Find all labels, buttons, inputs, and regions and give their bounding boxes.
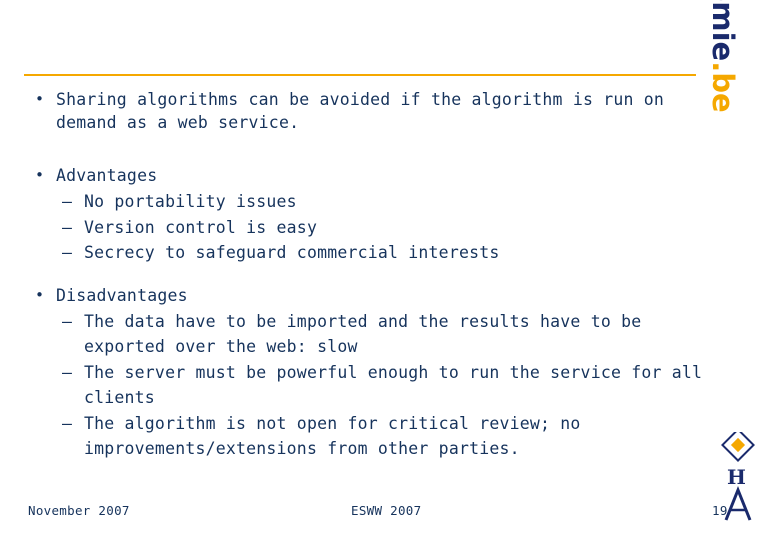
footer-date: November 2007 — [28, 503, 130, 518]
bullet-item: • Disadvantages — [24, 284, 714, 307]
bullet-marker: – — [62, 362, 73, 382]
bullet-group-intro: • Sharing algorithms can be avoided if t… — [24, 88, 714, 134]
brand-name: aeronomie — [706, 0, 740, 61]
bullet-item: • Advantages — [24, 164, 714, 187]
bullet-item: – Version control is easy — [24, 215, 714, 241]
bullet-text: The server must be powerful enough to ru… — [84, 362, 703, 408]
bullet-item: • Sharing algorithms can be avoided if t… — [24, 88, 714, 134]
bullet-text: Disadvantages — [56, 285, 188, 305]
bullet-marker: – — [62, 243, 73, 262]
bullet-text: Sharing algorithms can be avoided if the… — [56, 90, 665, 132]
bullet-item: – The server must be powerful enough to … — [24, 360, 714, 411]
bullet-marker: • — [35, 90, 45, 108]
bullet-marker: – — [62, 217, 73, 237]
bullet-marker: • — [35, 285, 45, 304]
slide-body: • Sharing algorithms can be avoided if t… — [24, 88, 714, 462]
bullet-text: Secrecy to safeguard commercial interest… — [84, 243, 500, 262]
footer-event: ESWW 2007 — [351, 503, 422, 518]
title-divider — [24, 74, 696, 76]
bullet-group-disadvantages: • Disadvantages – The data have to be im… — [24, 284, 714, 462]
bullet-item: – The algorithm is not open for critical… — [24, 411, 714, 462]
bullet-item: – Secrecy to safeguard commercial intere… — [24, 240, 714, 266]
bullet-text: The data have to be imported and the res… — [84, 311, 642, 357]
bullet-marker: • — [35, 166, 45, 184]
slide-footer: November 2007 ESWW 2007 19 — [24, 503, 738, 525]
bullet-text: Advantages — [56, 166, 158, 185]
bullet-group-advantages: • Advantages – No portability issues – V… — [24, 164, 714, 266]
bullet-text: The algorithm is not open for critical r… — [84, 413, 581, 459]
bullet-item: – The data have to be imported and the r… — [24, 309, 714, 360]
bullet-text: No portability issues — [84, 192, 297, 211]
bullet-marker: – — [62, 192, 73, 211]
slide: aeronomie.be H • Sharing algorithms can … — [0, 0, 780, 540]
bullet-item: – No portability issues — [24, 189, 714, 215]
svg-text:H: H — [727, 465, 746, 489]
bullet-marker: – — [62, 311, 73, 331]
bullet-text: Version control is easy — [84, 217, 318, 237]
bullet-marker: – — [62, 413, 73, 433]
footer-page-number: 19 — [712, 503, 728, 518]
